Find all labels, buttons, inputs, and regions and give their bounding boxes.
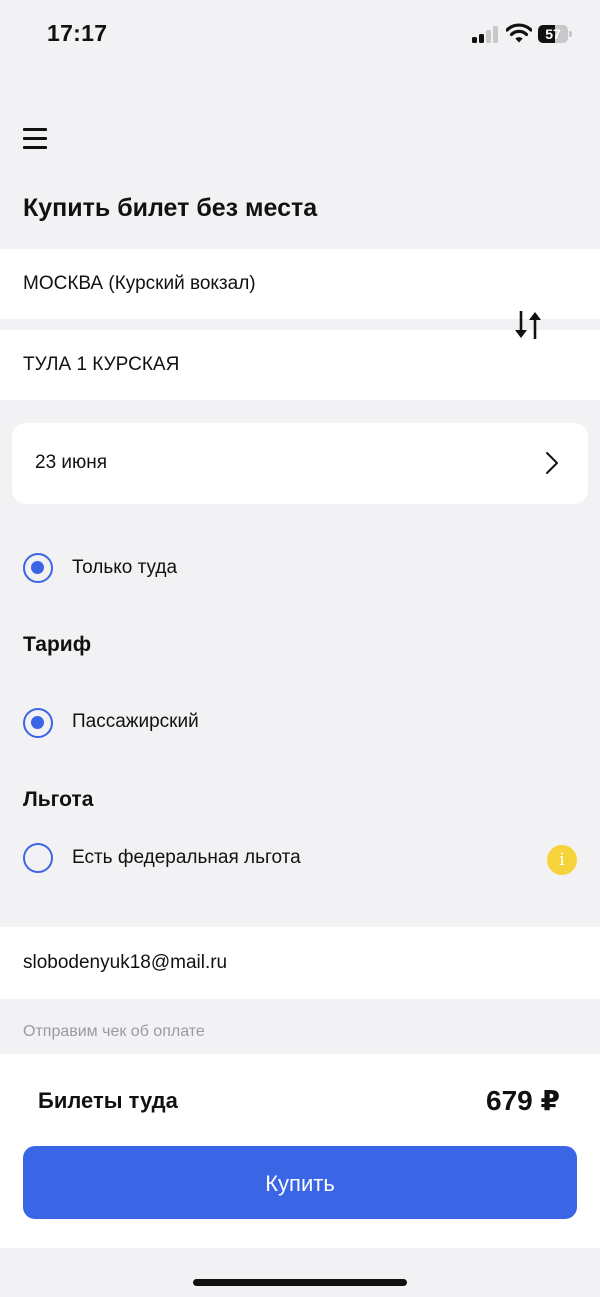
trip-one-way-label: Только туда <box>72 557 178 578</box>
wifi-icon <box>505 22 533 44</box>
receipt-hint: Отправим чек об оплате <box>23 1023 205 1040</box>
date-value: 23 июня <box>35 452 108 473</box>
from-station-field[interactable]: МОСКВА (Курский вокзал) <box>0 249 600 319</box>
buy-button[interactable]: Купить <box>23 1146 577 1219</box>
chevron-right-icon <box>544 450 560 476</box>
federal-benefit-radio[interactable] <box>23 843 53 873</box>
checkout-panel: Билеты туда 679 ₽ Купить <box>0 1054 600 1248</box>
to-station-label: ТУЛА 1 КУРСКАЯ <box>23 354 180 375</box>
cellular-signal-icon <box>472 25 500 43</box>
status-time: 17:17 <box>47 20 108 46</box>
trip-one-way-radio[interactable] <box>23 553 53 583</box>
page-title: Купить билет без места <box>23 194 318 222</box>
tickets-label: Билеты туда <box>38 1088 178 1113</box>
battery-level: 57 <box>545 26 561 42</box>
total-price: 679 ₽ <box>486 1085 560 1116</box>
from-station-label: МОСКВА (Курский вокзал) <box>23 273 256 294</box>
to-station-field[interactable]: ТУЛА 1 КУРСКАЯ <box>0 330 600 400</box>
benefit-section-title: Льгота <box>23 788 94 811</box>
federal-benefit-label: Есть федеральная льгота <box>72 847 301 868</box>
tariff-section-title: Тариф <box>23 633 92 656</box>
tariff-passenger-label: Пассажирский <box>72 711 199 732</box>
swap-arrows-icon[interactable] <box>512 308 544 342</box>
email-row <box>0 927 600 999</box>
battery-icon: 57 <box>538 25 572 43</box>
home-indicator[interactable] <box>193 1279 407 1286</box>
hamburger-menu-icon[interactable] <box>23 128 47 150</box>
info-icon[interactable]: i <box>547 845 577 875</box>
tariff-passenger-radio[interactable] <box>23 708 53 738</box>
email-input[interactable] <box>23 927 563 999</box>
date-selector[interactable]: 23 июня <box>12 423 588 504</box>
